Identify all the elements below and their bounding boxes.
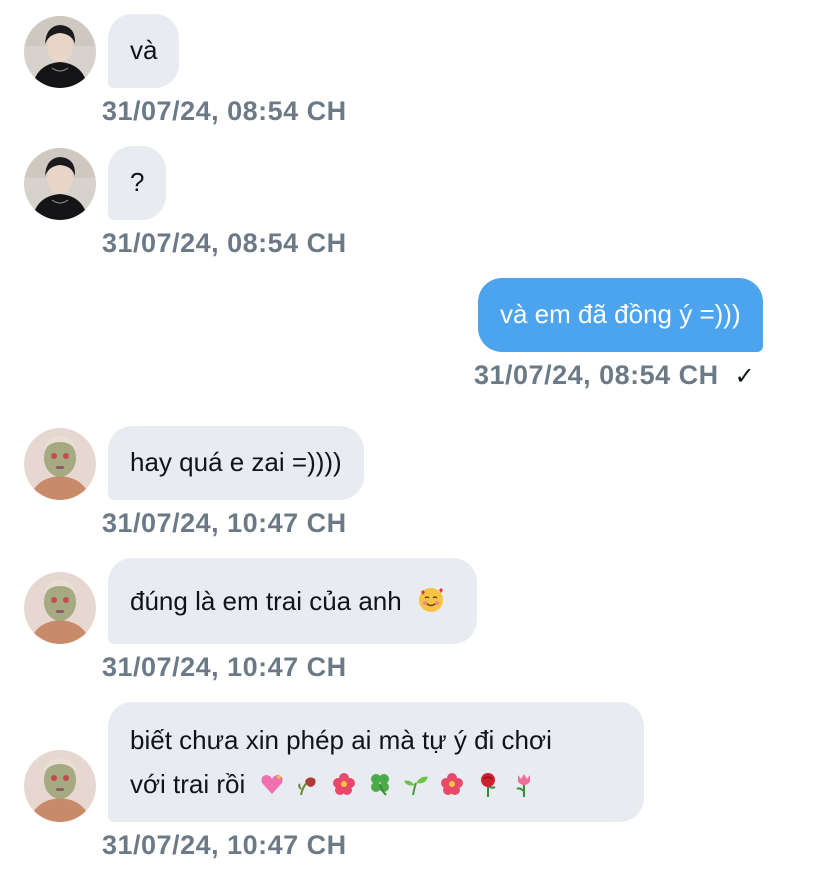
tulip-icon [515,774,530,797]
hibiscus-icon [332,773,355,795]
rose-icon [480,773,495,797]
message-text: với trai rồi [130,769,246,799]
message-text-line: biết chưa xin phép ai mà tự ý đi chơi [130,725,552,755]
message-text-line: với trai rồi [130,762,622,806]
smiling-face-with-hearts-icon [418,588,443,612]
wilted-flower-icon [297,777,316,796]
message-bubble[interactable]: hay quá e zai =)))) [108,426,364,500]
four-leaf-clover-icon [370,774,389,796]
message-text: đúng là em trai của anh [130,586,402,616]
seedling-icon [403,776,428,796]
avatar-dark-hair-image [24,148,96,220]
sparkling-heart-icon [261,774,283,794]
avatar-face-mask-image [24,750,96,822]
avatar[interactable] [24,16,96,88]
avatar[interactable] [24,148,96,220]
timestamp-text: 31/07/24, 08:54 CH [474,360,719,390]
message-bubble[interactable]: và [108,14,180,88]
avatar-face-mask-image [24,572,96,644]
message-timestamp: 31/07/24, 08:54 CH [102,96,347,126]
avatar[interactable] [24,572,96,644]
message-timestamp: 31/07/24, 08:54 CH [102,228,347,258]
message-timestamp: 31/07/24, 10:47 CH [102,508,347,538]
avatar-face-mask-image [24,428,96,500]
message-timestamp: 31/07/24, 10:47 CH [102,830,347,860]
message-bubble[interactable]: đúng là em trai của anh [108,558,477,644]
message-timestamp: 31/07/24, 08:54 CH ✓ [474,360,755,391]
hibiscus-icon [440,773,463,795]
avatar[interactable] [24,428,96,500]
avatar-dark-hair-image [24,16,96,88]
sent-check-icon: ✓ [734,363,756,390]
message-bubble[interactable]: biết chưa xin phép ai mà tự ý đi chơi vớ… [108,702,644,822]
avatar[interactable] [24,750,96,822]
message-bubble-outgoing[interactable]: và em đã đồng ý =))) [478,278,763,352]
message-timestamp: 31/07/24, 10:47 CH [102,652,347,682]
message-bubble[interactable]: ? [108,146,167,220]
